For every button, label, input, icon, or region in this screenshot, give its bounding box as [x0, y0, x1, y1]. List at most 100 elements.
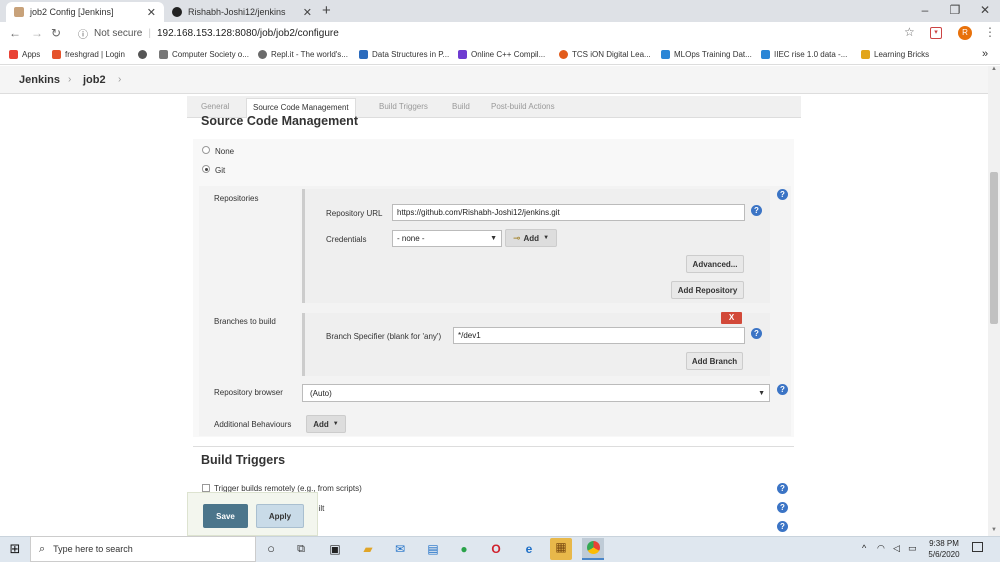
apply-button[interactable]: Apply: [256, 504, 304, 528]
app-icon[interactable]: ▦: [550, 538, 572, 560]
add-branch-button[interactable]: Add Branch: [686, 352, 743, 370]
repository-browser-select[interactable]: (Auto) ▼: [302, 384, 770, 402]
save-button[interactable]: Save: [203, 504, 248, 528]
add-label: Add: [313, 419, 329, 429]
close-tab-icon[interactable]: ✕: [303, 6, 312, 19]
mail-icon[interactable]: ✉: [391, 540, 409, 558]
repository-url-input[interactable]: https://github.com/Rishabh-Joshi12/jenki…: [392, 204, 745, 221]
taskbar-search-box[interactable]: ⌕ Type here to search: [30, 536, 256, 562]
branch-specifier-input[interactable]: */dev1: [453, 327, 745, 344]
github-favicon-icon: [172, 7, 182, 17]
minimize-button[interactable]: –: [910, 3, 940, 17]
credentials-label: Credentials: [326, 235, 367, 244]
cortana-icon[interactable]: ○: [262, 540, 280, 558]
delete-branch-button[interactable]: X: [721, 312, 742, 324]
scm-section-title: Source Code Management: [201, 114, 358, 128]
tcs-ion-icon: [559, 50, 568, 59]
additional-behaviours-add-button[interactable]: Add ▼: [306, 415, 346, 433]
app-icon[interactable]: ●: [455, 540, 473, 558]
taskbar-search-placeholder: Type here to search: [53, 544, 133, 554]
scroll-up-icon[interactable]: ▲: [991, 66, 997, 72]
breadcrumb-job2[interactable]: job2: [83, 74, 106, 86]
bookmark-cpp-compiler[interactable]: Online C++ Compil...: [458, 50, 545, 59]
more-bookmarks-button[interactable]: »: [982, 48, 988, 60]
store-icon[interactable]: ▣: [326, 540, 344, 558]
bookmarks-bar: Apps freshgrad | Login Computer Society …: [0, 45, 1000, 65]
repository-browser-label: Repository browser: [214, 388, 283, 397]
clock-date: 5/6/2020: [928, 550, 960, 559]
trigger-help-icon[interactable]: ?: [777, 521, 788, 532]
scm-git-radio[interactable]: [202, 165, 210, 173]
wifi-icon[interactable]: ◠: [877, 543, 885, 554]
trigger-help-icon[interactable]: ?: [777, 502, 788, 513]
advanced-button[interactable]: Advanced...: [686, 255, 744, 273]
apps-grid-icon: [9, 50, 18, 59]
reload-icon[interactable]: ↻: [51, 26, 61, 40]
bookmark-label: Apps: [22, 50, 41, 59]
breadcrumb-separator-icon: ›: [118, 74, 122, 85]
back-arrow-icon[interactable]: ←: [9, 26, 21, 40]
bookmark-label: MLOps Training Dat...: [674, 50, 752, 59]
tab-build[interactable]: Build: [452, 102, 470, 111]
bookmark-learning-bricks[interactable]: Learning Bricks: [861, 50, 929, 59]
trigger-remotely-checkbox[interactable]: [202, 484, 210, 492]
taskbar-clock[interactable]: 9:38 PM 5/6/2020: [922, 538, 966, 560]
tab-general[interactable]: General: [201, 102, 229, 111]
browser-tab-strip: job2 Config [Jenkins] ✕ Rishabh-Joshi12/…: [0, 0, 1000, 22]
task-view-icon[interactable]: ⧉: [292, 540, 310, 558]
close-window-button[interactable]: ✕: [970, 3, 1000, 17]
branch-specifier-label: Branch Specifier (blank for 'any'): [326, 332, 442, 341]
credentials-add-button[interactable]: ⊸ Add ▼: [505, 229, 557, 247]
tray-chevron-icon[interactable]: ^: [862, 543, 866, 553]
bookmark-label: TCS iON Digital Lea...: [572, 50, 651, 59]
scm-none-radio[interactable]: [202, 146, 210, 154]
notification-center-icon[interactable]: [972, 542, 983, 552]
extension-icon[interactable]: ▾: [930, 27, 942, 39]
app-icon[interactable]: ▤: [424, 540, 442, 558]
scroll-down-icon[interactable]: ▼: [991, 527, 997, 533]
file-explorer-icon[interactable]: ▰: [359, 540, 377, 558]
credentials-select[interactable]: - none - ▼: [392, 230, 502, 247]
forward-arrow-icon[interactable]: →: [31, 26, 43, 40]
bookmark-computer-society[interactable]: Computer Society o...: [159, 50, 249, 59]
bookmark-iiec-rise[interactable]: IIEC rise 1.0 data -...: [761, 50, 847, 59]
add-repository-button[interactable]: Add Repository: [671, 281, 744, 299]
trigger-remotely-help-icon[interactable]: ?: [777, 483, 788, 494]
bookmark-data-structures[interactable]: Data Structures in P...: [359, 50, 449, 59]
restore-button[interactable]: ❐: [940, 3, 970, 17]
jenkins-breadcrumb-bar: Jenkins › job2 ›: [0, 66, 1000, 94]
bookmark-mlops[interactable]: MLOps Training Dat...: [661, 50, 752, 59]
tab-github-repo[interactable]: Rishabh-Joshi12/jenkins ✕: [164, 2, 320, 22]
key-icon: ⊸: [512, 232, 521, 243]
address-bar[interactable]: ⓘ Not secure | 192.168.153.128:8080/job/…: [70, 24, 920, 43]
bookmark-apps[interactable]: Apps: [9, 50, 40, 59]
bookmark-globe[interactable]: [138, 50, 151, 59]
breadcrumb-jenkins[interactable]: Jenkins: [19, 74, 60, 86]
chevron-down-icon: ▼: [758, 390, 765, 397]
tab-build-triggers[interactable]: Build Triggers: [379, 102, 428, 111]
menu-kebab-icon[interactable]: ⋮: [984, 25, 996, 39]
edge-icon[interactable]: e: [520, 540, 538, 558]
close-tab-icon[interactable]: ✕: [147, 6, 156, 19]
bookmark-star-icon[interactable]: ☆: [904, 25, 915, 39]
jenkins-favicon-icon: [14, 7, 24, 17]
tab-post-build-actions[interactable]: Post-build Actions: [491, 102, 555, 111]
repository-url-help-icon[interactable]: ?: [751, 205, 762, 216]
tab-job2-config[interactable]: job2 Config [Jenkins] ✕: [6, 2, 164, 22]
branch-specifier-help-icon[interactable]: ?: [751, 328, 762, 339]
windows-start-icon[interactable]: ⊞: [6, 540, 24, 558]
bookmark-freshgrad[interactable]: freshgrad | Login: [52, 50, 125, 59]
search-icon: ⌕: [39, 542, 46, 555]
bookmark-tcs-ion[interactable]: TCS iON Digital Lea...: [559, 50, 651, 59]
profile-avatar[interactable]: R: [958, 26, 972, 40]
repository-browser-help-icon[interactable]: ?: [777, 384, 788, 395]
repositories-help-icon[interactable]: ?: [777, 189, 788, 200]
opera-icon[interactable]: O: [487, 540, 505, 558]
language-icon[interactable]: ▭: [908, 543, 917, 554]
scrollbar-thumb[interactable]: [990, 172, 998, 324]
chrome-icon[interactable]: [582, 538, 604, 560]
bookmark-replit[interactable]: Repl.it - The world's...: [258, 50, 348, 59]
info-icon[interactable]: ⓘ: [78, 26, 88, 41]
new-tab-button[interactable]: +: [322, 2, 331, 19]
volume-icon[interactable]: ◁: [893, 543, 900, 554]
